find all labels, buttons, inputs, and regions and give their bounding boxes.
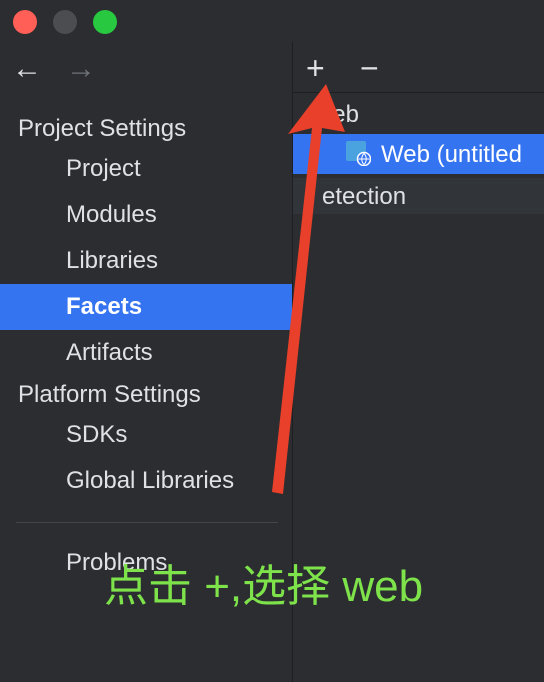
facet-group-web[interactable]: Web <box>310 100 359 130</box>
minimize-window-button[interactable] <box>53 10 77 34</box>
sidebar-item-global-libraries[interactable]: Global Libraries <box>66 466 234 496</box>
sidebar-item-modules[interactable]: Modules <box>66 200 157 230</box>
annotation-text: 点击 +,选择 web <box>104 562 424 611</box>
sidebar-separator <box>16 522 278 523</box>
sidebar-item-artifacts[interactable]: Artifacts <box>66 338 153 368</box>
add-facet-button[interactable]: + <box>306 52 325 84</box>
sidebar-group-project-settings: Project Settings <box>18 115 187 142</box>
forward-arrow-icon[interactable]: → <box>66 54 96 84</box>
sidebar-item-libraries[interactable]: Libraries <box>66 246 158 276</box>
sidebar-item-facets[interactable]: Facets <box>66 292 142 322</box>
back-arrow-icon[interactable]: ← <box>12 54 42 84</box>
zoom-window-button[interactable] <box>93 10 117 34</box>
sidebar-group-platform-settings: Platform Settings <box>18 381 201 408</box>
toolbar-border <box>293 92 544 93</box>
detection-label[interactable]: etection <box>322 182 406 212</box>
sidebar-selection-highlight <box>0 284 292 330</box>
web-module-icon <box>346 141 371 166</box>
remove-facet-button[interactable]: − <box>360 52 379 84</box>
title-bar <box>0 0 544 42</box>
facet-item-web-untitled[interactable]: Web (untitled <box>381 140 522 170</box>
close-window-button[interactable] <box>13 10 37 34</box>
sidebar-item-sdks[interactable]: SDKs <box>66 420 127 450</box>
sidebar-item-project[interactable]: Project <box>66 154 141 184</box>
